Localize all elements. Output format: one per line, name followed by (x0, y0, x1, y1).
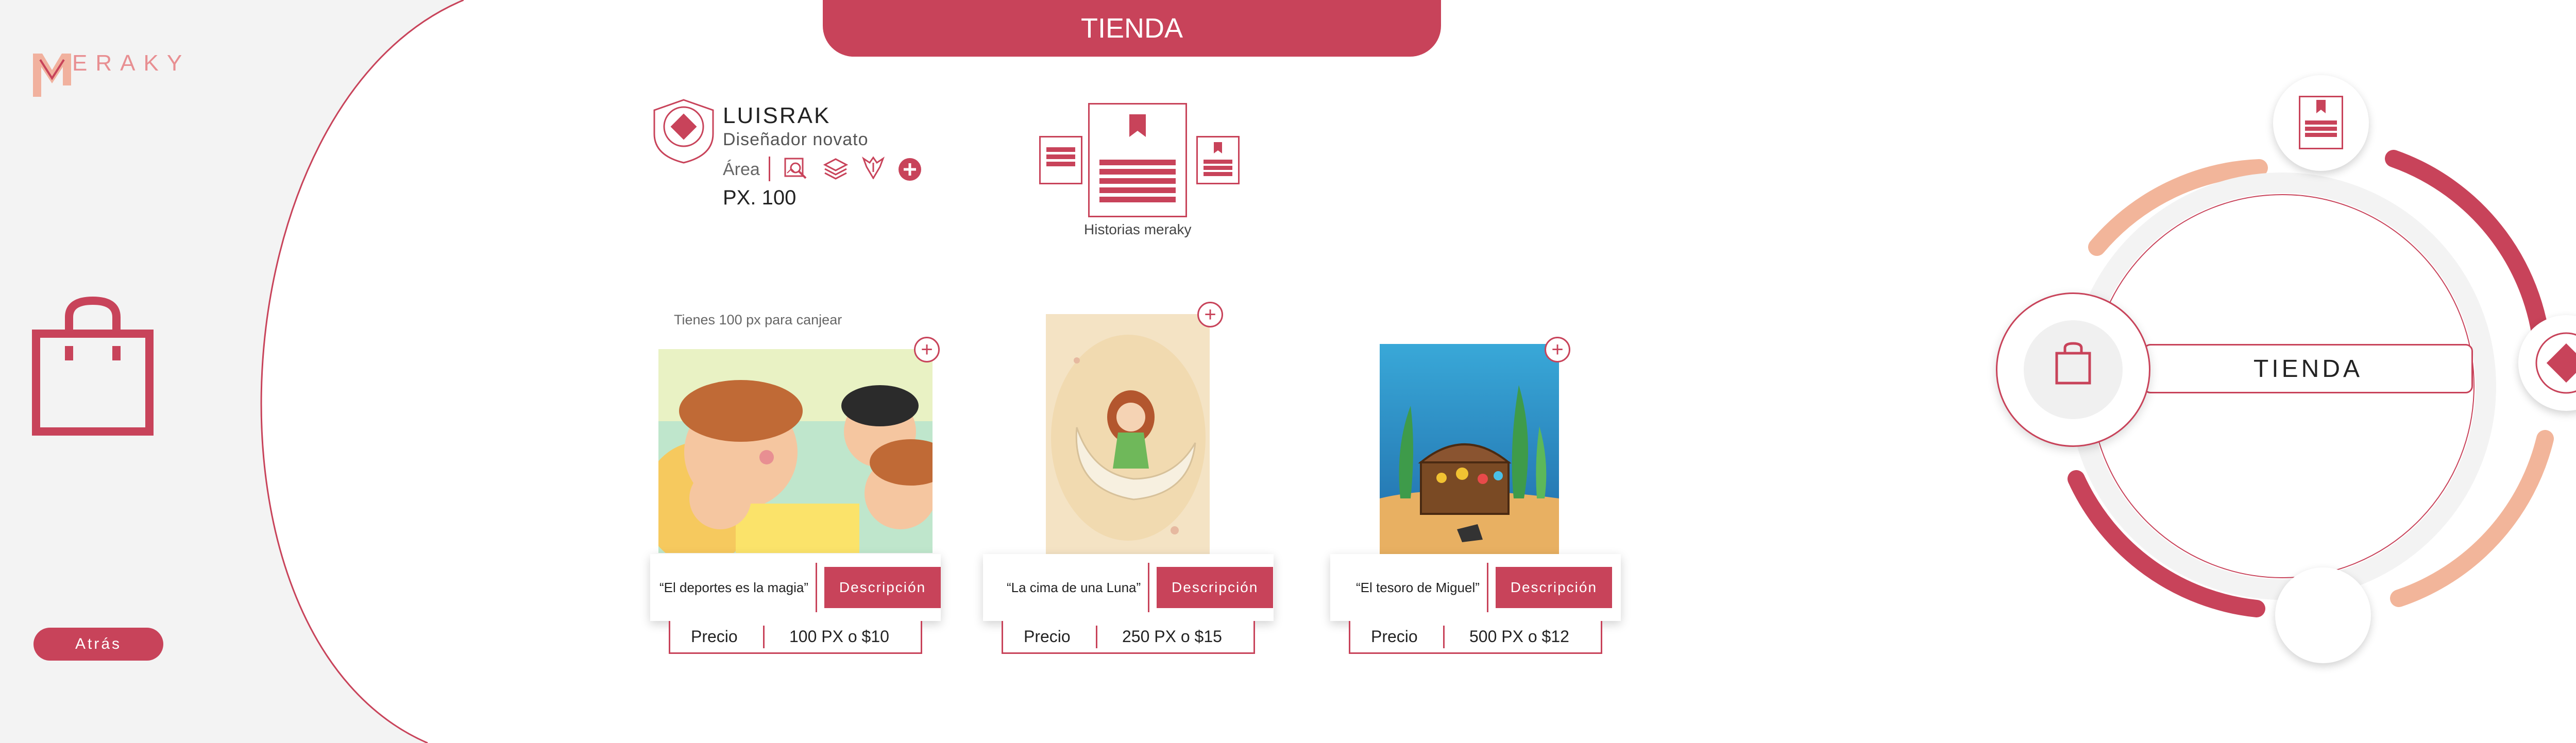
shopping-bag-icon (32, 297, 154, 436)
story-thumb-right[interactable] (1196, 136, 1240, 184)
price-divider (1443, 625, 1445, 648)
user-level: Diseñador novato (723, 130, 869, 149)
shopping-bag-icon (2055, 342, 2091, 385)
add-product-2-button[interactable]: + (1197, 302, 1223, 327)
px-balance: PX. 100 (723, 186, 796, 209)
price-label: Precio (691, 627, 738, 646)
product-price-3: 500 PX o $12 (1469, 627, 1569, 646)
price-label: Precio (1371, 627, 1418, 646)
product-image-3[interactable] (1380, 344, 1559, 554)
product-title-1: “El deportes es la magia” (659, 579, 809, 595)
product-price-2: 250 PX o $15 (1122, 627, 1222, 646)
add-icon[interactable] (898, 158, 922, 181)
document-icon (2299, 96, 2343, 149)
layers-icon[interactable] (823, 158, 848, 180)
product-image-1[interactable] (658, 349, 933, 553)
product-price-1: 100 PX o $10 (789, 627, 889, 646)
search-image-icon[interactable] (784, 158, 808, 180)
story-thumb-left[interactable] (1039, 136, 1082, 184)
stories-caption: Historias meraky (1084, 221, 1192, 237)
profile-badge-icon (653, 99, 714, 164)
product-card-3: “El tesoro de Miguel” Descripción (1330, 554, 1621, 621)
price-divider (763, 625, 765, 648)
pen-nib-icon[interactable] (861, 155, 885, 179)
add-product-1-button[interactable]: + (914, 337, 940, 362)
ring-center-label: TIENDA (2143, 344, 2473, 393)
price-row-3: Precio 500 PX o $12 (1349, 621, 1602, 654)
diamond-badge-icon (2535, 332, 2576, 394)
price-label: Precio (1024, 627, 1071, 646)
product-image-2[interactable] (1046, 314, 1210, 554)
product-title-2: “La cima de una Luna” (1007, 579, 1141, 595)
card-divider (816, 563, 818, 612)
ring-node-empty[interactable] (2275, 567, 2371, 663)
story-main-thumb[interactable] (1088, 103, 1187, 217)
description-button-2[interactable]: Descripción (1157, 567, 1274, 608)
add-product-3-button[interactable]: + (1545, 337, 1570, 362)
description-button-1[interactable]: Descripción (824, 567, 941, 608)
back-button[interactable]: Atrás (33, 628, 163, 661)
redeem-info: Tienes 100 px para canjear (674, 312, 842, 327)
card-divider (1148, 563, 1150, 612)
username: LUISRAK (723, 103, 831, 128)
logo-text: ERAKY (72, 50, 191, 76)
product-card-1: “El deportes es la magia” Descripción (650, 554, 941, 621)
meraky-logo (33, 54, 71, 97)
price-row-1: Precio 100 PX o $10 (669, 621, 922, 654)
tab-tienda[interactable]: TIENDA (823, 0, 1441, 57)
card-divider (1486, 563, 1488, 612)
price-divider (1096, 625, 1097, 648)
price-row-2: Precio 250 PX o $15 (1002, 621, 1255, 654)
area-label: Área (723, 160, 760, 179)
product-title-3: “El tesoro de Miguel” (1356, 579, 1480, 595)
area-divider (769, 157, 770, 181)
description-button-3[interactable]: Descripción (1495, 567, 1612, 608)
product-card-2: “La cima de una Luna” Descripción (983, 554, 1274, 621)
